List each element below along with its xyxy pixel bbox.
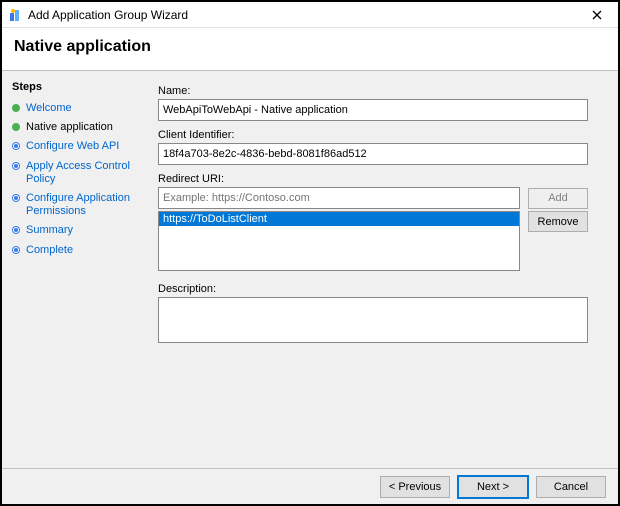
description-label: Description: <box>158 283 606 295</box>
cancel-button[interactable]: Cancel <box>536 476 606 498</box>
steps-sidebar: Steps Welcome Native application Configu… <box>2 71 152 468</box>
close-button[interactable] <box>582 4 612 26</box>
step-welcome[interactable]: Welcome <box>12 99 146 118</box>
add-button[interactable]: Add <box>528 188 588 209</box>
redirect-uri-input[interactable] <box>158 187 520 209</box>
step-label: Configure Web API <box>26 140 119 153</box>
previous-button[interactable]: < Previous <box>380 476 450 498</box>
step-label: Welcome <box>26 102 72 115</box>
name-input[interactable] <box>158 99 588 121</box>
app-icon <box>8 7 24 23</box>
check-icon <box>12 123 20 131</box>
pending-icon <box>12 226 20 234</box>
name-label: Name: <box>158 85 606 97</box>
remove-button[interactable]: Remove <box>528 211 588 232</box>
pending-icon <box>12 162 20 170</box>
next-button[interactable]: Next > <box>458 476 528 498</box>
pending-icon <box>12 194 20 202</box>
step-configure-application-permissions[interactable]: Configure Application Permissions <box>12 189 146 221</box>
step-label: Configure Application Permissions <box>26 192 146 218</box>
step-complete[interactable]: Complete <box>12 241 146 260</box>
pending-icon <box>12 246 20 254</box>
client-id-label: Client Identifier: <box>158 129 606 141</box>
pending-icon <box>12 142 20 150</box>
list-item[interactable]: https://ToDoListClient <box>159 212 519 226</box>
step-apply-access-control-policy[interactable]: Apply Access Control Policy <box>12 157 146 189</box>
steps-heading: Steps <box>12 81 146 93</box>
step-summary[interactable]: Summary <box>12 221 146 240</box>
title-bar: Add Application Group Wizard <box>2 2 618 28</box>
wizard-footer: < Previous Next > Cancel <box>2 468 618 504</box>
step-label: Apply Access Control Policy <box>26 160 146 186</box>
step-native-application[interactable]: Native application <box>12 118 146 137</box>
description-input[interactable] <box>158 297 588 343</box>
wizard-form: Name: Client Identifier: Redirect URI: A… <box>152 71 618 468</box>
window-title: Add Application Group Wizard <box>24 8 582 22</box>
client-id-input[interactable] <box>158 143 588 165</box>
redirect-uri-label: Redirect URI: <box>158 173 606 185</box>
wizard-header: Native application <box>2 28 618 71</box>
step-label: Complete <box>26 244 73 257</box>
step-configure-web-api[interactable]: Configure Web API <box>12 137 146 156</box>
step-label: Summary <box>26 224 73 237</box>
step-label: Native application <box>26 121 113 134</box>
redirect-uri-list[interactable]: https://ToDoListClient <box>158 211 520 271</box>
check-icon <box>12 104 20 112</box>
page-heading: Native application <box>14 38 606 56</box>
